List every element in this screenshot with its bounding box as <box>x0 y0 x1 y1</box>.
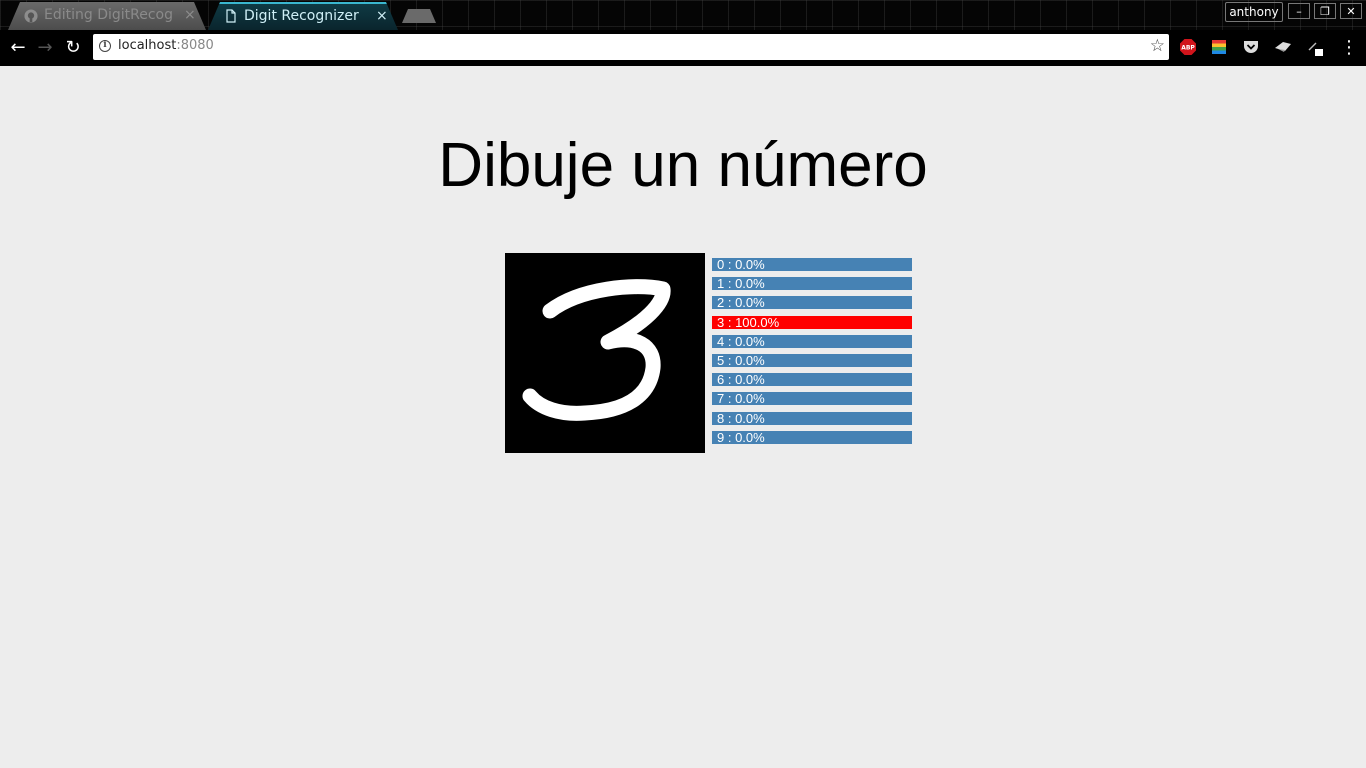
github-icon <box>24 9 38 23</box>
drawn-digit-stroke <box>522 279 671 421</box>
tab-title: Digit Recognizer <box>244 8 359 24</box>
minimize-button[interactable]: – <box>1288 3 1310 19</box>
document-icon <box>226 9 236 23</box>
close-tab-icon[interactable]: × <box>376 2 388 30</box>
prediction-bar-6: 6 : 0.0% <box>712 372 912 388</box>
svg-text:ABP: ABP <box>1181 45 1195 52</box>
prediction-bar-4: 4 : 0.0% <box>712 333 912 349</box>
forward-button[interactable]: → <box>34 37 56 59</box>
browser-chrome: Editing DigitRecogn × Digit Recognizer ×… <box>0 0 1366 66</box>
bookmark-star-icon[interactable]: ☆ <box>1150 36 1165 56</box>
prediction-label: 3 : 100.0% <box>717 314 780 330</box>
prediction-label: 5 : 0.0% <box>717 352 765 368</box>
prediction-label: 2 : 0.0% <box>717 295 765 311</box>
address-bar[interactable]: i localhost:8080 ☆ <box>93 34 1169 60</box>
tab-editing-digitrecognizer[interactable]: Editing DigitRecogn × <box>8 2 206 30</box>
back-button[interactable]: ← <box>7 37 29 59</box>
prediction-bar-8: 8 : 0.0% <box>712 410 912 426</box>
cast-icon[interactable] <box>1274 38 1292 56</box>
prediction-label: 6 : 0.0% <box>717 372 765 388</box>
pocket-icon[interactable] <box>1242 38 1260 56</box>
restore-button[interactable]: ❐ <box>1314 3 1336 19</box>
new-tab-button[interactable] <box>402 9 436 23</box>
tab-title: Editing DigitRecogn <box>44 7 174 23</box>
prediction-label: 8 : 0.0% <box>717 410 765 426</box>
tab-digit-recognizer[interactable]: Digit Recognizer × <box>208 2 398 30</box>
prediction-bars: 0 : 0.0% 1 : 0.0% 2 : 0.0% 3 : 100.0% 4 : 0.… <box>712 257 912 450</box>
prediction-bar-1: 1 : 0.0% <box>712 276 912 292</box>
prediction-label: 9 : 0.0% <box>717 429 765 445</box>
url-text[interactable]: localhost:8080 <box>118 38 214 53</box>
site-info-icon[interactable]: i <box>99 40 111 52</box>
drawing-canvas[interactable] <box>505 253 705 453</box>
pen-icon[interactable] <box>1306 38 1324 56</box>
browser-menu-icon[interactable]: ⋮ <box>1340 37 1358 59</box>
close-tab-icon[interactable]: × <box>184 2 196 29</box>
color-picker-icon[interactable] <box>1210 38 1228 56</box>
prediction-bar-9: 9 : 0.0% <box>712 429 912 445</box>
prediction-bar-5: 5 : 0.0% <box>712 352 912 368</box>
reload-button[interactable]: ↻ <box>62 37 84 59</box>
profile-button[interactable]: anthony <box>1225 2 1283 22</box>
page-title: Dibuje un número <box>438 131 928 200</box>
close-window-button[interactable]: ✕ <box>1340 3 1362 19</box>
prediction-bar-2: 2 : 0.0% <box>712 295 912 311</box>
prediction-bar-0: 0 : 0.0% <box>712 257 912 272</box>
tab-strip: Editing DigitRecogn × Digit Recognizer ×… <box>0 0 1366 30</box>
prediction-label: 1 : 0.0% <box>717 276 765 292</box>
prediction-bar-3: 3 : 100.0% <box>712 314 912 330</box>
url-host: localhost <box>118 38 177 53</box>
prediction-label: 4 : 0.0% <box>717 333 765 349</box>
adblock-plus-icon[interactable]: ABP <box>1179 38 1197 56</box>
browser-toolbar: ← → ↻ i localhost:8080 ☆ ABP ⋮ <box>0 30 1366 66</box>
prediction-label: 7 : 0.0% <box>717 391 765 407</box>
prediction-label: 0 : 0.0% <box>717 257 765 272</box>
prediction-bar-7: 7 : 0.0% <box>712 391 912 407</box>
url-port: :8080 <box>176 38 214 53</box>
